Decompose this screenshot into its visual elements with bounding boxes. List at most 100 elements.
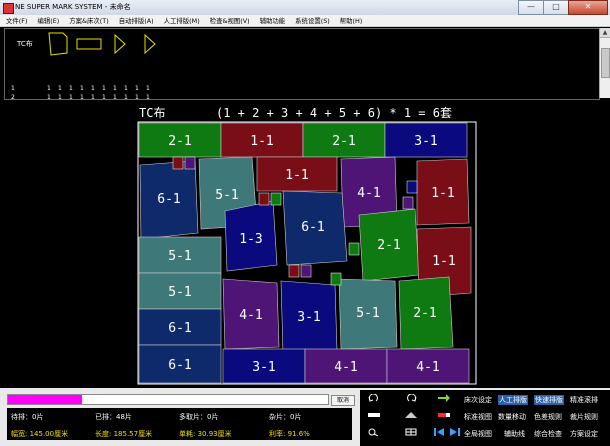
piece-label: 1-1 [431,186,454,201]
precise-layout-button[interactable]: 精准滚排 [570,395,598,405]
stat-misc: 杂片：0片 [269,413,302,421]
small-piece[interactable] [288,264,300,278]
piece-thumb-1[interactable] [48,32,68,56]
pieces-panel: TC布 11111111111 21111111111 31111111111 … [4,28,600,119]
close-button[interactable]: ✕ [568,0,608,15]
small-piece[interactable] [300,264,312,278]
piece-label: 6-1 [301,220,324,235]
piece-label: 2-1 [332,134,355,149]
piece-label: 5-1 [168,285,191,300]
piece-thumb-4[interactable] [144,33,156,55]
piece-label: 3-1 [414,134,437,149]
pieces-row: 11111111111 [11,85,150,92]
check-button[interactable]: 综合检查 [534,429,562,439]
first-page-icon[interactable] [434,428,446,436]
menu-help[interactable]: 帮助(H) [340,16,363,25]
small-piece[interactable] [270,192,282,206]
piece-label: 4-1 [239,308,262,323]
std-view-button[interactable]: 标准视图 [464,412,492,422]
marker-canvas[interactable]: 2-1 1-1 2-1 3-1 6-1 5-1 1-1 4-1 1-1 1-3 … [137,121,477,386]
title-bar: NE SUPER MARK SYSTEM - 未命名 — □ ✕ [0,0,610,16]
last-page-icon[interactable] [448,428,460,436]
color-bar-icon[interactable] [438,411,450,419]
marker-formula: (1 + 2 + 3 + 4 + 5 + 6) * 1 = 6套 [216,106,452,120]
menu-settings[interactable]: 系统设置(S) [295,16,330,25]
color-rule-button[interactable]: 色差规则 [534,412,562,422]
stat-utilization: 利率: 91.6% [269,430,310,438]
global-view-button[interactable]: 全局视图 [464,429,492,439]
maximize-button[interactable]: □ [543,0,569,15]
minimize-button[interactable]: — [518,0,544,15]
quick-layout-button[interactable]: 快速排版 [534,395,564,405]
menu-manual-layout[interactable]: 人工排版(M) [164,16,200,25]
stat-placed: 已排：48片 [95,413,132,421]
piece-label: 6-1 [168,321,191,336]
small-piece[interactable] [402,196,414,210]
stat-width: 幅宽: 145.00厘米 [11,430,69,438]
stat-extra: 多取片：0片 [179,413,219,421]
qty-move-button[interactable]: 数量移动 [498,412,526,422]
piece-thumb-2[interactable] [76,38,102,50]
app-icon [3,3,14,14]
marker-view[interactable]: TC布 (1 + 2 + 3 + 4 + 5 + 6) * 1 = 6套 2-1… [4,100,608,386]
rotate-cw-icon[interactable] [405,394,417,402]
plan-setting-button[interactable]: 方案设定 [570,429,598,439]
cancel-button[interactable]: 取消 [331,395,355,406]
stat-unit-consumption: 单耗: 30.93厘米 [179,430,232,438]
piece-label: 1-1 [250,134,273,149]
piece-label: 2-1 [168,134,191,149]
piece-label: 1-1 [432,254,455,269]
zoom-icon[interactable] [368,428,380,436]
marker-fabric-label: TC布 [139,106,166,120]
pieces-scrollbar[interactable]: ▲ [599,28,610,98]
manual-layout-button[interactable]: 人工排版 [498,395,528,405]
piece-label: 4-1 [334,360,357,375]
menu-bar: 文件(F) 编辑(E) 方案&床次(T) 自动排版(A) 人工排版(M) 检查&… [0,15,610,27]
window-title: NE SUPER MARK SYSTEM - 未命名 [15,3,131,11]
piece-thumb-3[interactable] [114,33,126,55]
piece-label: 3-1 [252,360,275,375]
small-piece[interactable] [330,272,342,286]
flip-horizontal-icon[interactable] [368,411,380,419]
piece-label: 5-1 [168,249,191,264]
piece-label: 6-1 [157,192,180,207]
piece-label: 5-1 [356,306,379,321]
piece-label: 5-1 [215,188,238,203]
piece-thumbnails [48,32,156,56]
rotate-ccw-icon[interactable] [368,394,380,402]
piece-label: 6-1 [168,358,191,373]
piece-label: 1-1 [285,168,308,183]
piece-label: 2-1 [377,238,400,253]
bed-setting-button[interactable]: 床次设定 [464,395,492,405]
scroll-up-icon[interactable]: ▲ [600,28,610,38]
stats-panel: 待排：0片 已排：48片 多取片：0片 杂片：0片 幅宽: 145.00厘米 长… [7,408,352,440]
stat-length: 长度: 185.57厘米 [95,430,153,438]
progress-fill [8,395,82,404]
menu-plan[interactable]: 方案&床次(T) [69,16,108,25]
piece-label: 3-1 [297,310,320,325]
tools-panel: 床次设定 人工排版 快速排版 精准滚排 标准视图 数量移动 色差规则 裁片规则 … [360,390,610,446]
arrow-right-icon[interactable] [438,394,450,402]
progress-bar [7,394,329,405]
small-piece[interactable] [184,156,196,170]
menu-check-view[interactable]: 检查&视图(V) [210,16,250,25]
small-piece[interactable] [172,156,184,170]
scroll-thumb[interactable] [601,48,610,78]
guide-line-button[interactable]: 辅助线 [504,429,525,439]
piece-label: 4-1 [357,186,380,201]
small-piece[interactable] [406,180,418,194]
fabric-label: TC布 [17,40,33,48]
grid-icon[interactable] [405,428,417,436]
small-piece[interactable] [258,192,270,206]
menu-auto-layout[interactable]: 自动排版(A) [119,16,154,25]
piece-label: 2-1 [413,306,436,321]
flip-vertical-icon[interactable] [405,411,417,419]
piece-label: 4-1 [416,360,439,375]
menu-file[interactable]: 文件(F) [6,16,27,25]
menu-aux[interactable]: 辅助功能 [260,16,286,25]
stat-waiting: 待排：0片 [11,413,44,421]
menu-edit[interactable]: 编辑(E) [37,16,59,25]
small-piece[interactable] [348,242,360,256]
cut-rule-button[interactable]: 裁片规则 [570,412,598,422]
piece-label: 1-3 [239,232,262,247]
